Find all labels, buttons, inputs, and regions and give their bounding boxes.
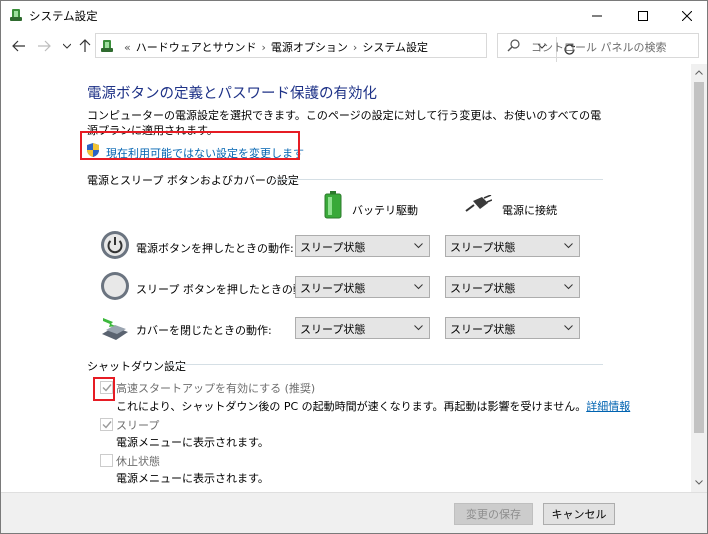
close-icon: [682, 10, 692, 21]
select-value: スリープ状態: [300, 323, 366, 336]
chevron-down-icon: [564, 284, 573, 290]
power-button-icon: [101, 231, 129, 259]
power-section-label: 電源とスリープ ボタンおよびカバーの設定: [87, 174, 299, 187]
sleep-checkbox[interactable]: [100, 418, 113, 431]
breadcrumb-system-settings[interactable]: システム設定: [362, 41, 428, 54]
scroll-down-button[interactable]: [691, 474, 707, 490]
select-value: スリープ状態: [300, 241, 366, 254]
search-box[interactable]: コントロール パネルの検索: [497, 33, 699, 58]
power-button-plugged-select[interactable]: スリープ状態: [445, 235, 580, 257]
sleep-button-battery-select[interactable]: スリープ状態: [295, 276, 430, 298]
select-value: スリープ状態: [300, 282, 366, 295]
search-icon: [507, 39, 520, 52]
chevron-down-icon: [63, 43, 71, 49]
breadcrumb-separator-icon[interactable]: ›: [348, 41, 362, 54]
checkmark-icon: [102, 421, 112, 429]
chevron-down-icon: [564, 243, 573, 249]
laptop-lid-icon: [102, 316, 128, 340]
page-title: 電源ボタンの定義とパスワード保護の有効化: [87, 86, 377, 102]
recent-locations-button[interactable]: [58, 36, 76, 56]
shutdown-section-label: シャットダウン設定: [87, 360, 186, 373]
select-value: スリープ状態: [450, 323, 516, 336]
breadcrumb-separator-icon[interactable]: ›: [257, 41, 271, 54]
chevron-down-icon: [414, 284, 423, 290]
scroll-thumb[interactable]: [694, 82, 704, 433]
content-area: 電源ボタンの定義とパスワード保護の有効化 コンピューターの電源設定を選択できます…: [1, 64, 691, 492]
window-title: システム設定: [29, 9, 98, 23]
scroll-up-button[interactable]: [691, 64, 707, 80]
hibernate-label: 休止状態: [116, 455, 160, 468]
control-panel-icon: [101, 40, 113, 52]
battery-icon: [324, 191, 342, 219]
footer-bar: 変更の保存 キャンセル: [1, 492, 707, 533]
chevron-up-icon: [695, 69, 703, 75]
chevron-down-icon: [695, 479, 703, 485]
highlight-box: [93, 377, 115, 401]
section-divider: [169, 364, 603, 365]
lid-close-plugged-select[interactable]: スリープ状態: [445, 317, 580, 339]
highlight-box: [80, 131, 300, 160]
fast-startup-label: 高速スタートアップを有効にする (推奨): [116, 382, 316, 395]
section-divider: [273, 179, 603, 180]
address-bar[interactable]: «ハードウェアとサウンド › 電源オプション › システム設定: [95, 33, 575, 62]
breadcrumb-hardware-sound[interactable]: ハードウェアとサウンド: [136, 41, 257, 54]
arrow-left-icon: [12, 40, 25, 52]
more-info-link[interactable]: 詳細情報: [586, 400, 630, 413]
power-plug-icon: [465, 195, 492, 212]
fast-startup-description: これにより、シャットダウン後の PC の起動時間が速くなります。再起動は影響を受…: [116, 398, 630, 414]
cancel-button[interactable]: キャンセル: [543, 503, 615, 525]
maximize-button[interactable]: [621, 1, 665, 30]
arrow-up-icon: [79, 39, 91, 52]
maximize-icon: [638, 10, 648, 21]
up-button[interactable]: [76, 36, 94, 56]
breadcrumb: «ハードウェアとサウンド › 電源オプション › システム設定: [119, 39, 428, 55]
save-changes-button[interactable]: 変更の保存: [454, 503, 533, 525]
battery-column-label: バッテリ駆動: [352, 204, 418, 217]
plugged-in-column-label: 電源に接続: [502, 204, 557, 217]
breadcrumb-overflow-icon[interactable]: «: [119, 41, 136, 54]
power-button-battery-select[interactable]: スリープ状態: [295, 235, 430, 257]
power-button-action-label: 電源ボタンを押したときの動作:: [136, 242, 294, 255]
forward-button[interactable]: [35, 36, 53, 56]
hibernate-description: 電源メニューに表示されます。: [116, 472, 269, 485]
select-value: スリープ状態: [450, 241, 516, 254]
back-button[interactable]: [10, 36, 28, 56]
vertical-scrollbar[interactable]: [691, 64, 707, 492]
lid-close-battery-select[interactable]: スリープ状態: [295, 317, 430, 339]
navigation-bar: «ハードウェアとサウンド › 電源オプション › システム設定 コントロール パネルの検…: [1, 30, 707, 62]
system-settings-window: システム設定 «ハードウェアとサウンド › 電源オプション › システム設定 コ…: [0, 0, 708, 534]
lid-close-action-label: カバーを閉じたときの動作:: [136, 324, 272, 337]
sleep-description: 電源メニューに表示されます。: [116, 436, 269, 449]
sleep-button-action-label: スリープ ボタンを押したときの動作:: [136, 283, 319, 296]
chevron-down-icon: [414, 325, 423, 331]
sleep-button-icon: [101, 272, 129, 300]
close-button[interactable]: [665, 1, 707, 30]
search-input[interactable]: コントロール パネルの検索: [531, 39, 667, 55]
hibernate-checkbox[interactable]: [100, 454, 113, 467]
breadcrumb-power-options[interactable]: 電源オプション: [271, 41, 348, 54]
fast-startup-desc-text: これにより、シャットダウン後の PC の起動時間が速くなります。再起動は影響を受…: [116, 400, 587, 413]
title-bar: システム設定: [1, 1, 707, 30]
select-value: スリープ状態: [450, 282, 516, 295]
sleep-label: スリープ: [116, 419, 160, 432]
minimize-button[interactable]: [575, 1, 619, 30]
chevron-down-icon: [414, 243, 423, 249]
arrow-right-icon: [38, 40, 51, 52]
minimize-icon: [592, 15, 602, 16]
sleep-button-plugged-select[interactable]: スリープ状態: [445, 276, 580, 298]
chevron-down-icon: [564, 325, 573, 331]
control-panel-icon: [10, 9, 22, 21]
